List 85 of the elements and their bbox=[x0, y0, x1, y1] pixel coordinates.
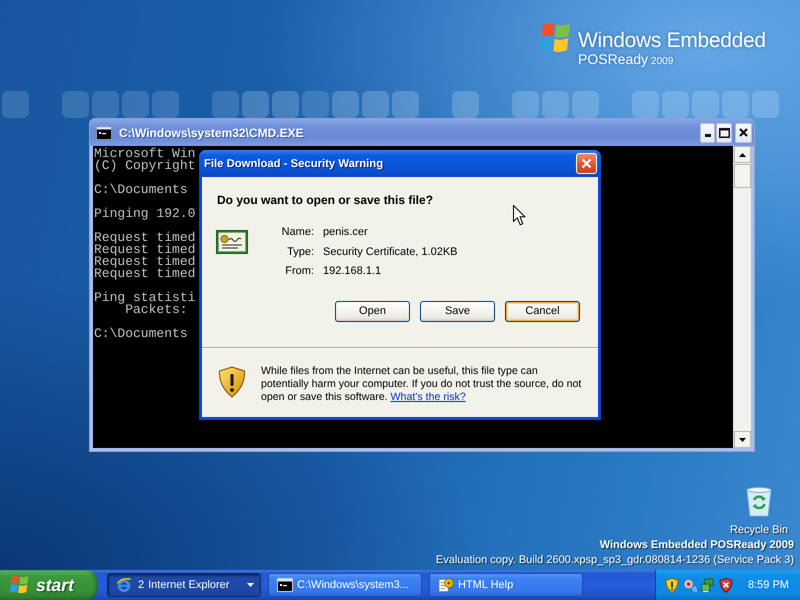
wallpaper-tile bbox=[362, 91, 389, 118]
window-title: C:\Windows\system32\CMD.EXE bbox=[119, 126, 304, 140]
dialog-button[interactable]: Save bbox=[420, 300, 495, 322]
logo-title: Windows Embedded bbox=[578, 30, 766, 52]
caret-up-icon bbox=[739, 152, 746, 156]
certificate-icon bbox=[216, 230, 248, 254]
maximize-icon bbox=[718, 128, 730, 138]
help-file-icon bbox=[438, 577, 454, 593]
disc-waves-icon[interactable] bbox=[683, 578, 697, 592]
wallpaper-tile bbox=[302, 91, 329, 118]
dialog-button[interactable]: Open bbox=[335, 300, 410, 322]
flag-logo-icon bbox=[9, 575, 30, 595]
detail-value: 192.168.1.1 bbox=[322, 264, 382, 279]
browser-icon bbox=[116, 577, 132, 593]
console-icon bbox=[277, 577, 293, 593]
wallpaper-tile bbox=[752, 91, 779, 118]
wallpaper-tile bbox=[392, 91, 419, 118]
wallpaper-tile bbox=[632, 91, 659, 118]
product-name-text: Windows Embedded POSReady 2009 bbox=[600, 538, 794, 553]
console-text: C:\Documents bbox=[94, 326, 188, 341]
warning-text: While files from the Internet can be useful, this file type can potentially harm your computer. If you do not trust the source, do not open or save this software. What’s the risk? bbox=[261, 364, 582, 404]
mouse-cursor-icon bbox=[513, 205, 526, 226]
wallpaper-tile bbox=[212, 91, 239, 118]
taskbar-button[interactable]: HTML Help bbox=[429, 573, 583, 597]
logo-year: 2009 bbox=[651, 56, 674, 67]
wallpaper-tile bbox=[542, 91, 569, 118]
caret-down-icon bbox=[739, 438, 746, 442]
wallpaper-tile bbox=[152, 91, 179, 118]
recycle-bin-icon[interactable] bbox=[745, 486, 773, 517]
caret-down-icon bbox=[247, 583, 254, 587]
taskbar-button[interactable]: 2 Internet Explorer bbox=[107, 573, 261, 597]
minimize-icon bbox=[704, 134, 710, 136]
console-icon bbox=[96, 126, 112, 140]
dialog-title: File Download - Security Warning bbox=[204, 158, 384, 170]
network-computers-icon[interactable] bbox=[701, 578, 715, 592]
shield-exclamation-icon[interactable] bbox=[665, 578, 679, 592]
dialog-button[interactable]: Cancel bbox=[505, 300, 580, 322]
wallpaper-tile bbox=[332, 91, 359, 118]
console-text: Request timed bbox=[94, 266, 196, 281]
console-text: Packets: bbox=[125, 302, 188, 317]
wallpaper-tile bbox=[662, 91, 689, 118]
console-text: Microsoft Win bbox=[94, 146, 196, 161]
detail-label: Name: bbox=[282, 225, 314, 240]
detail-value: Security Certificate, 1.02KB bbox=[322, 244, 458, 260]
console-text: Request timed bbox=[94, 242, 196, 257]
detail-label: From: bbox=[285, 264, 314, 279]
detail-label: Type: bbox=[287, 244, 314, 260]
wallpaper-tile bbox=[722, 91, 749, 118]
detail-value: penis.cer bbox=[322, 225, 368, 240]
scrollbar[interactable] bbox=[733, 146, 751, 448]
wallpaper-tile bbox=[692, 91, 719, 118]
build-info-text: Evaluation copy. Build 2600.xpsp_sp3_gdr.080814-1236 (Service Pack 3) bbox=[436, 553, 794, 568]
console-text: C:\Documents bbox=[94, 182, 188, 197]
wallpaper-tile bbox=[92, 91, 119, 118]
clock-text[interactable]: 8:59 PM bbox=[748, 579, 789, 591]
console-text: Pinging 192.0 bbox=[94, 206, 196, 221]
scroll-up-button[interactable] bbox=[734, 146, 751, 163]
wallpaper-tile bbox=[452, 91, 479, 118]
console-text: (C) Copyright bbox=[94, 158, 196, 173]
maximize-button[interactable] bbox=[716, 122, 732, 142]
logo-subtitle: POSReady bbox=[578, 51, 648, 67]
minimize-button[interactable] bbox=[700, 122, 715, 142]
console-text: Request timed bbox=[94, 230, 196, 245]
close-icon bbox=[739, 128, 748, 137]
shield-cross-icon[interactable] bbox=[719, 578, 733, 592]
icon-label[interactable]: Recycle Bin bbox=[730, 524, 788, 537]
start-button[interactable]: start bbox=[0, 570, 98, 600]
wallpaper-tile bbox=[122, 91, 149, 118]
wallpaper-tile bbox=[572, 91, 599, 118]
taskbar-button[interactable]: C:\Windows\system3... bbox=[268, 573, 422, 597]
wallpaper-tile bbox=[242, 91, 269, 118]
wallpaper-tile bbox=[62, 91, 89, 118]
console-text: Ping statisti bbox=[94, 290, 196, 305]
flag-logo-icon bbox=[538, 22, 573, 55]
close-button[interactable] bbox=[735, 122, 752, 142]
shield-warning-icon bbox=[218, 366, 246, 398]
scroll-thumb[interactable] bbox=[734, 164, 751, 188]
question-text: Do you want to open or save this file? bbox=[217, 193, 434, 207]
risk-link[interactable]: What’s the risk? bbox=[390, 390, 466, 402]
scroll-down-button[interactable] bbox=[734, 431, 751, 448]
wallpaper-tile bbox=[512, 91, 539, 118]
close-icon bbox=[581, 158, 592, 169]
wallpaper-tile bbox=[2, 91, 29, 118]
wallpaper-tile bbox=[272, 91, 299, 118]
console-text: Request timed bbox=[94, 254, 196, 269]
